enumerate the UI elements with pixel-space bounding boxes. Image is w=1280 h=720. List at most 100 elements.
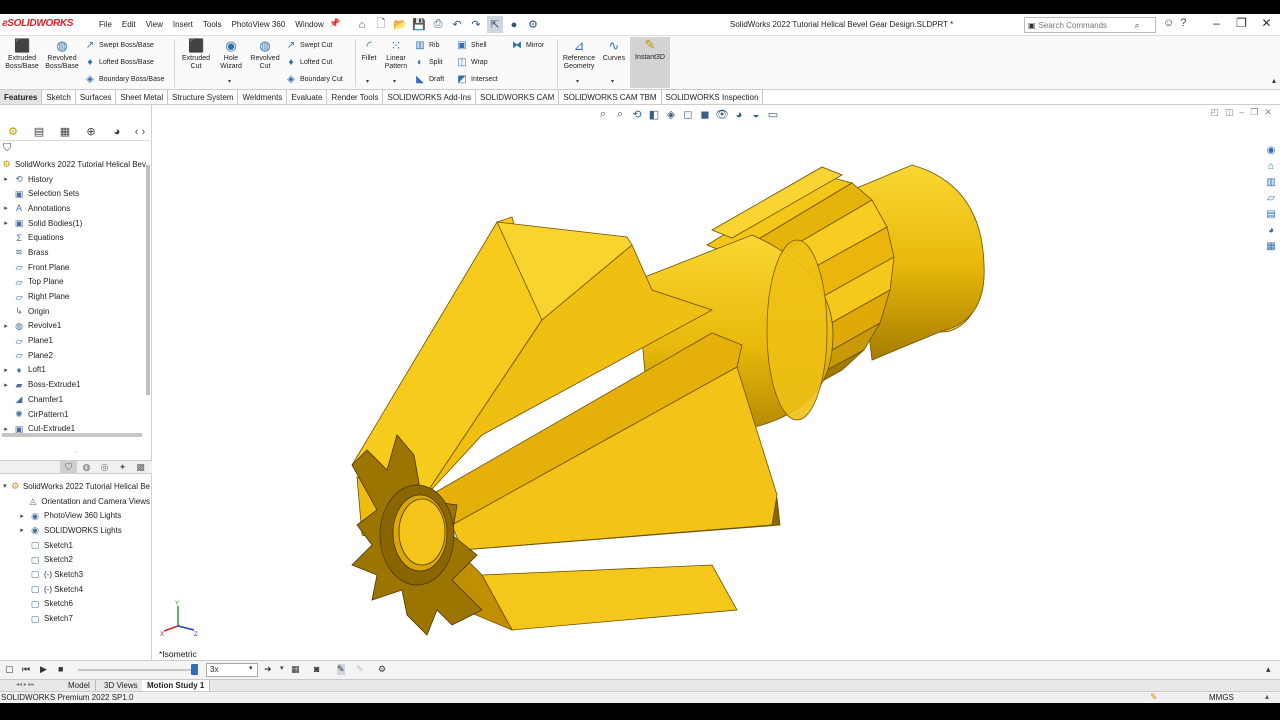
expand-icon[interactable]: ▸ (0, 204, 12, 212)
tab-cam[interactable]: SOLIDWORKS CAM (476, 90, 560, 104)
menu-view[interactable]: View (141, 20, 168, 29)
tab-scroll-arrows-icon[interactable]: ◂◂ ▸ ▸▸ (16, 681, 34, 688)
tree-item[interactable]: ▱ Top Plane (0, 275, 146, 290)
tab-weldments[interactable]: Weldments (238, 90, 288, 104)
expand-icon[interactable]: ▸ (0, 425, 12, 433)
help-icon[interactable]: ? (1180, 17, 1186, 29)
select-icon[interactable]: ⇱ (487, 16, 503, 33)
swept-cut-button[interactable]: ↗ Swept Cut (285, 40, 333, 51)
menu-file[interactable]: File (94, 20, 117, 29)
motion-collapse-icon[interactable]: ▴ (1266, 664, 1271, 675)
tree-item[interactable]: ≋ Brass (0, 245, 146, 260)
menu-window[interactable]: Window (290, 20, 328, 29)
tab-sheet-metal[interactable]: Sheet Metal (116, 90, 169, 104)
tree-item[interactable]: ▸ ⟲ History (0, 172, 146, 187)
restore-icon[interactable]: ❐ (1229, 16, 1254, 30)
linear-pattern-button[interactable]: ⁙ Linear Pattern (382, 38, 410, 71)
menu-tools[interactable]: Tools (198, 20, 227, 29)
rebuild-icon[interactable]: ● (506, 16, 522, 33)
new-icon[interactable]: 🗋 (373, 16, 389, 33)
tree-item[interactable]: ▸ ◍ Revolve1 (0, 319, 146, 334)
tree-item[interactable]: ▱ Plane1 (0, 333, 146, 348)
options-icon[interactable]: ⚙ (525, 16, 541, 33)
collapse-icon[interactable]: ▾ (0, 482, 10, 490)
mirror-button[interactable]: ⧓ Mirror (511, 40, 544, 51)
revolved-cut-button[interactable]: ◍ Revolved Cut (247, 38, 283, 71)
scenes-icon[interactable]: ✦ (114, 461, 131, 474)
mode-dropdown-icon[interactable]: ▾ (280, 664, 284, 672)
tree-item[interactable]: ▣ Selection Sets (0, 186, 146, 201)
tab-surfaces[interactable]: Surfaces (76, 90, 117, 104)
tab-inspection[interactable]: SOLIDWORKS Inspection (662, 90, 764, 104)
motion-options-icon[interactable]: ⚙ (378, 664, 386, 675)
tree-item[interactable]: ▱ Right Plane (0, 289, 146, 304)
playback-slider[interactable] (191, 664, 199, 675)
play-from-start-icon[interactable]: ⏮ (22, 664, 30, 675)
shell-button[interactable]: ▣ Shell (456, 40, 486, 51)
home-icon[interactable]: ⌂ (354, 16, 370, 33)
print-icon[interactable]: ⎙ (430, 16, 446, 33)
instant3d-button[interactable]: ✎ Instant3D (630, 37, 670, 88)
expand-icon[interactable]: ▸ (0, 219, 12, 227)
pattern-dropdown-icon[interactable]: ▾ (393, 78, 396, 85)
expand-icon[interactable]: ▸ (0, 381, 12, 389)
rebuild-status-icon[interactable]: ✎ (1150, 692, 1158, 703)
property-manager-icon[interactable]: ▤ (26, 125, 52, 138)
curves-button[interactable]: ∿ Curves (600, 38, 628, 63)
draft-button[interactable]: ◣ Draft (414, 74, 444, 85)
tab-features[interactable]: Features (0, 90, 43, 104)
tree-item[interactable]: ▸ ◉ SOLIDWORKS Lights (0, 523, 150, 538)
units-dropdown-icon[interactable]: ▴ (1265, 692, 1269, 701)
menu-photoview[interactable]: PhotoView 360 (227, 20, 291, 29)
tree-item[interactable]: ▸ ▣ Solid Bodies(1) (0, 216, 146, 231)
feature-manager-icon[interactable]: ⚙ (0, 125, 26, 138)
tree-item[interactable]: ▱ Plane2 (0, 348, 146, 363)
boundary-cut-button[interactable]: ◈ Boundary Cut (285, 74, 343, 85)
intersect-button[interactable]: ◩ Intersect (456, 74, 498, 85)
fillet-dropdown-icon[interactable]: ▾ (366, 78, 369, 85)
redo-icon[interactable]: ↷ (468, 16, 484, 33)
tree-item[interactable]: ◬ Orientation and Camera Views (0, 494, 150, 509)
tree-item[interactable]: ▸ ◉ PhotoView 360 Lights (0, 508, 150, 523)
tree-item[interactable]: ▸ ♦ Loft1 (0, 363, 146, 378)
lofted-boss-button[interactable]: ♦ Lofted Boss/Base (84, 57, 153, 68)
tab-addins[interactable]: SOLIDWORKS Add-Ins (383, 90, 477, 104)
expand-icon[interactable]: ▸ (0, 366, 12, 374)
stop-icon[interactable]: ■ (58, 664, 63, 674)
play-icon[interactable]: ▶ (40, 664, 47, 675)
graphics-area[interactable]: ⌕ ⌕ ⟲ ◧ ◈ ◻ ◼ 👁 ◕ ◒ ▭ ◰ ◫ – ❐ ✕ ◉ ⌂ ▥ ▱ … (152, 105, 1280, 660)
calculate-icon[interactable]: ▢ (5, 664, 14, 675)
curves-dropdown-icon[interactable]: ▾ (611, 78, 614, 85)
configuration-manager-icon[interactable]: ▦ (52, 125, 78, 138)
dimxpert-icon[interactable]: ⊕ (78, 125, 104, 138)
tab-sketch[interactable]: Sketch (42, 90, 76, 104)
cameras-icon[interactable]: ▩ (132, 461, 149, 474)
search-icon[interactable]: ⌕ (1135, 20, 1140, 31)
appearances-icon[interactable]: ◍ (78, 461, 95, 474)
extruded-cut-button[interactable]: ⬛ Extruded Cut (178, 38, 214, 71)
revolved-boss-button[interactable]: ◍ Revolved Boss/Base (42, 38, 82, 71)
filter-icon[interactable]: ⛉ (3, 142, 11, 155)
boundary-boss-button[interactable]: ◈ Boundary Boss/Base (84, 74, 164, 85)
animation-wizard-icon[interactable]: ◙ (314, 664, 319, 674)
tab-cam-tbm[interactable]: SOLIDWORKS CAM TBM (559, 90, 662, 104)
tree-scrollbar[interactable] (145, 165, 151, 455)
tab-render-tools[interactable]: Render Tools (327, 90, 384, 104)
pin-menu-icon[interactable]: 📌 (329, 18, 340, 29)
fillet-button[interactable]: ◜ Fillet (358, 38, 380, 63)
tree-item[interactable]: ▢ Sketch6 (0, 597, 150, 612)
tree-item[interactable]: ▢ Sketch1 (0, 538, 150, 553)
tree-item[interactable]: ▢ (-) Sketch4 (0, 582, 150, 597)
hole-wizard-button[interactable]: ◉ Hole Wizard (214, 38, 248, 71)
panel-arrows-icon[interactable]: ‹ › (130, 126, 150, 138)
tree-item[interactable]: ▸ ▰ Boss-Extrude1 (0, 377, 146, 392)
hole-wizard-dropdown-icon[interactable]: ▾ (228, 78, 231, 85)
tree-item[interactable]: ▢ Sketch2 (0, 552, 150, 567)
add-key-icon[interactable]: ✎ (356, 664, 364, 675)
menu-edit[interactable]: Edit (117, 20, 141, 29)
undo-icon[interactable]: ↶ (449, 16, 465, 33)
tree-item[interactable]: ▢ Sketch7 (0, 611, 150, 626)
tree-hscrollbar[interactable] (2, 433, 142, 437)
solidworks-logo[interactable]: ƨSOLIDWORKS (2, 18, 73, 29)
tree-root[interactable]: ⚙ SolidWorks 2022 Tutorial Helical Bev (0, 157, 146, 172)
